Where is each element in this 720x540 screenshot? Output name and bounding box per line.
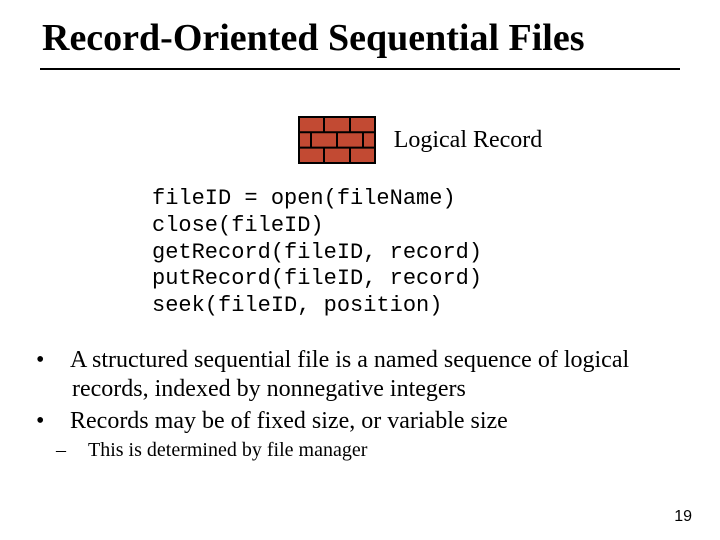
code-line: close(fileID) (152, 213, 324, 238)
code-line: seek(fileID, position) (152, 293, 442, 318)
bullet-text: A structured sequential file is a named … (70, 347, 629, 402)
bullet-level-1: •Records may be of fixed size, or variab… (54, 407, 680, 436)
brick-wall-icon (298, 116, 376, 164)
bullet-text: Records may be of fixed size, or variabl… (70, 408, 508, 434)
code-block: fileID = open(fileName) close(fileID) ge… (152, 186, 720, 320)
logical-record-label: Logical Record (394, 127, 543, 154)
code-line: fileID = open(fileName) (152, 186, 456, 211)
slide-title: Record-Oriented Sequential Files (0, 0, 720, 64)
bullet-level-1: •A structured sequential file is a named… (54, 346, 680, 405)
page-number: 19 (674, 508, 692, 526)
diagram-row: Logical Record (0, 116, 720, 164)
bullet-list: •A structured sequential file is a named… (54, 346, 680, 463)
title-underline (40, 68, 680, 70)
code-line: putRecord(fileID, record) (152, 266, 482, 291)
bullet-level-2: –This is determined by file manager (54, 438, 680, 463)
bullet-text: This is determined by file manager (88, 439, 367, 461)
code-line: getRecord(fileID, record) (152, 240, 482, 265)
